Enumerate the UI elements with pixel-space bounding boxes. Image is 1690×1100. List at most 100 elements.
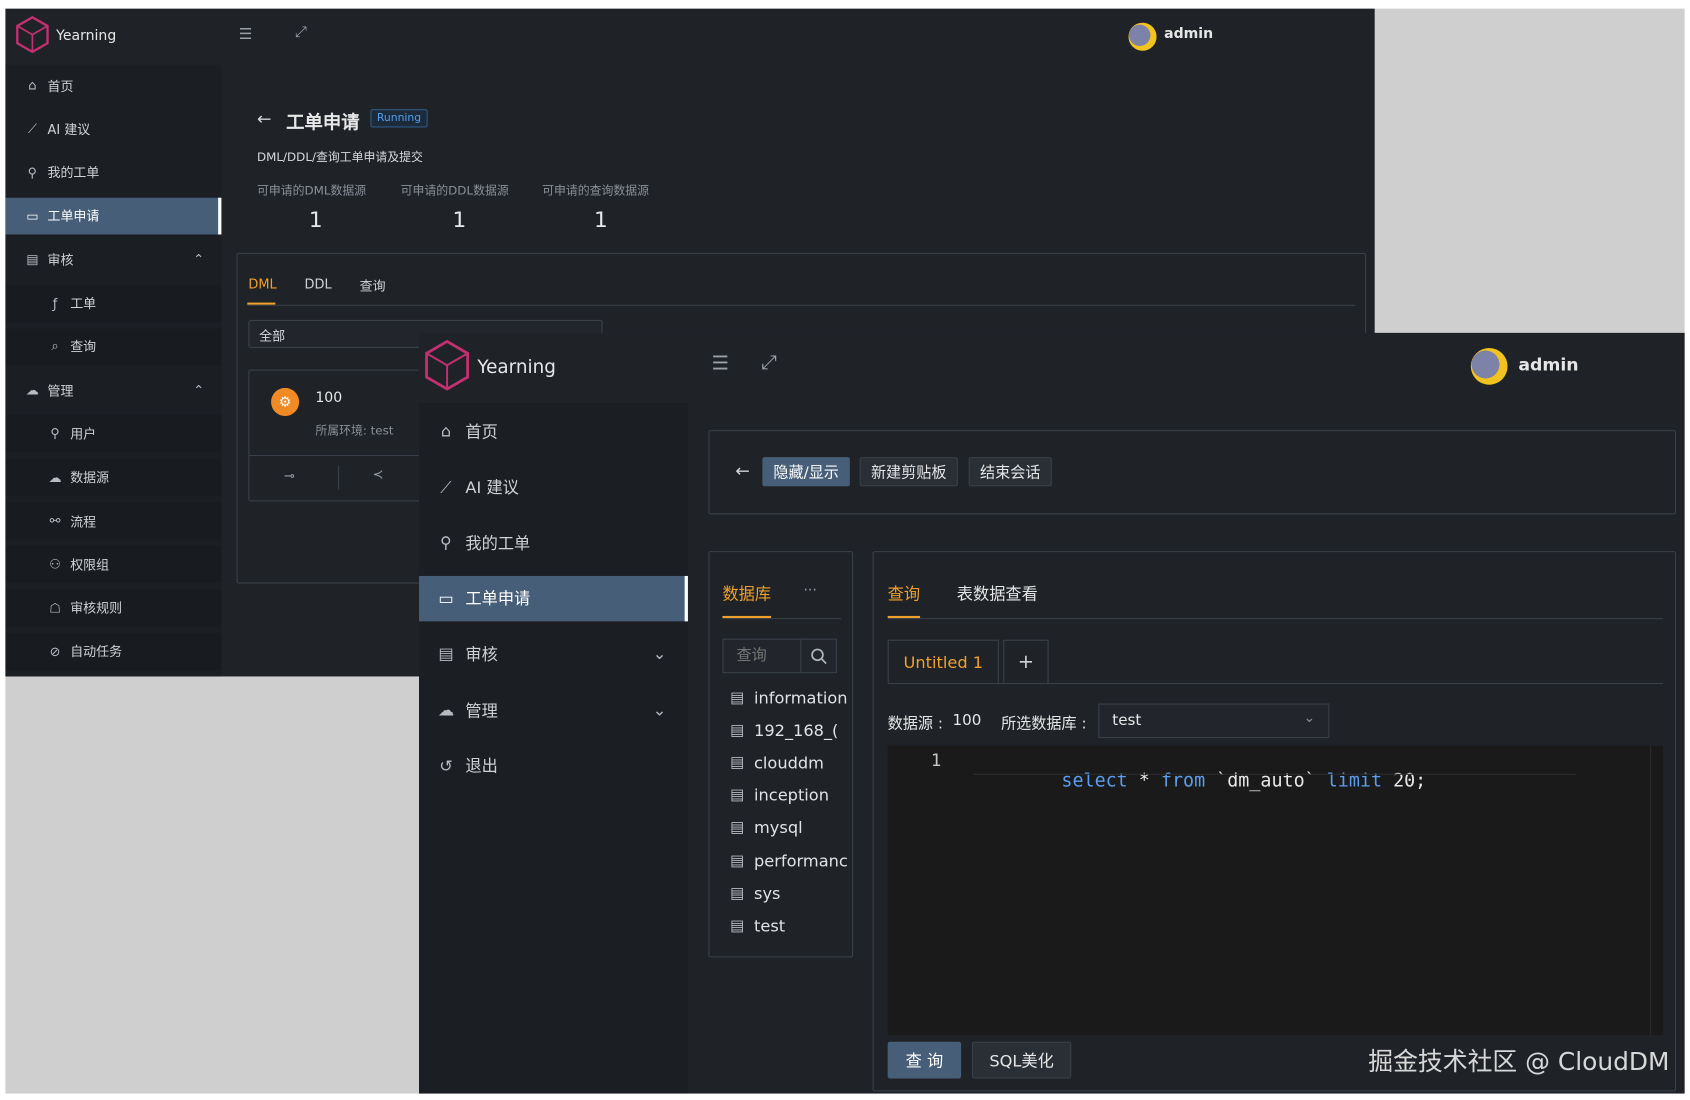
database-list-item[interactable]: ▤ information <box>730 686 849 710</box>
sql-line: select * from `dm_auto` limit 20; <box>973 749 1426 814</box>
database-table-icon: ▤ <box>730 917 745 935</box>
sidebar-item[interactable]: ☁ 管理 ⌄ <box>419 687 688 732</box>
menu-fold-icon[interactable]: ☰ <box>239 26 253 43</box>
tab-query[interactable]: 查询 <box>888 582 920 605</box>
sidebar-item[interactable]: ⟋ AI 建议 <box>419 464 688 509</box>
tab-query[interactable]: 查询 <box>360 277 386 295</box>
home-icon: ⌂ <box>440 421 452 441</box>
database-list-item[interactable]: ▤ sys <box>730 881 849 905</box>
database-list-item[interactable]: ▤ inception <box>730 784 849 808</box>
current-line-highlight <box>972 773 1576 775</box>
fullscreen-icon[interactable]: ⤢ <box>295 24 307 41</box>
tab-dml[interactable]: DML <box>248 277 276 292</box>
fx-icon: ƒ <box>52 295 58 311</box>
share-icon[interactable]: ≺ <box>373 467 384 482</box>
database-list-item[interactable]: ▤ performanc <box>730 849 849 873</box>
avatar[interactable] <box>1470 347 1508 385</box>
user-name[interactable]: admin <box>1164 26 1213 42</box>
logout-icon: ↺ <box>439 755 453 776</box>
database-select-value: test <box>1112 712 1142 730</box>
sidebar-item[interactable]: ↺ 退出 <box>419 743 688 788</box>
more-icon[interactable]: ··· <box>803 582 816 598</box>
sidebar-item-label: 管理 <box>47 383 74 399</box>
sidebar-item-label: 审核规则 <box>70 600 123 617</box>
sidebar-item[interactable]: ▤ 审核 ⌃ <box>5 241 221 278</box>
sidebar-item[interactable]: ⚲ 我的工单 <box>5 154 221 191</box>
database-select[interactable]: test ⌄ <box>1098 703 1330 739</box>
sidebar-item[interactable]: ⌂ 首页 <box>5 67 221 104</box>
sidebar-item[interactable]: ▭ 工单申请 <box>419 575 688 622</box>
sidebar-item[interactable]: ⚯ 流程 <box>5 502 222 540</box>
end-session-button[interactable]: 结束会话 <box>968 457 1052 487</box>
menu-fold-icon[interactable]: ☰ <box>712 352 729 375</box>
cloud-icon: ☁ <box>437 700 455 720</box>
sidebar-item[interactable]: ▭ 工单申请 <box>5 197 222 235</box>
run-query-button[interactable]: 查 询 <box>887 1041 962 1079</box>
stat-value: 1 <box>452 206 467 233</box>
back-arrow-icon[interactable]: ← <box>257 108 271 129</box>
sql-editor[interactable]: 1 select * from `dm_auto` limit 20; <box>887 745 1664 1036</box>
user-icon: ⚲ <box>440 532 452 553</box>
editor-tab-untitled[interactable]: Untitled 1 <box>887 639 999 683</box>
sidebar-item-label: 审核 <box>47 252 74 268</box>
card-env: 所属环境: test <box>315 423 394 438</box>
sql-beautify-button[interactable]: SQL美化 <box>971 1041 1072 1079</box>
sidebar-item-label: 自动任务 <box>70 644 123 660</box>
page-subtitle: DML/DDL/查询工单申请及提交 <box>257 150 423 165</box>
monitor-icon: ▭ <box>438 588 454 609</box>
fullscreen-icon[interactable]: ⤢ <box>761 351 777 374</box>
sidebar-item[interactable]: ⟋ AI 建议 <box>5 111 221 148</box>
add-tab-button[interactable]: + <box>1003 639 1049 683</box>
database-search-input[interactable] <box>722 638 801 674</box>
database-list-item[interactable]: ▤ mysql <box>730 816 849 840</box>
sidebar-item-label: 数据源 <box>70 470 110 486</box>
flow-icon: ⚯ <box>49 513 61 529</box>
tab-ddl[interactable]: DDL <box>305 277 332 292</box>
monitor-icon: ▭ <box>26 208 39 224</box>
sidebar-item[interactable]: ƒ 工单 <box>5 284 222 322</box>
tab-database[interactable]: 数据库 <box>722 582 771 605</box>
background-region-left <box>5 676 420 1094</box>
run-query-label: 查 询 <box>905 1050 944 1071</box>
key-icon[interactable]: ⊸ <box>284 468 295 483</box>
sidebar-item[interactable]: ⚇ 权限组 <box>5 546 222 583</box>
new-clipboard-button-label: 新建剪贴板 <box>870 464 947 482</box>
sidebar-item[interactable]: ⚲ 我的工单 <box>419 520 688 565</box>
sidebar-item[interactable]: ⚲ 用户 <box>5 415 222 453</box>
front-window: Yearning ☰ ⤢ admin ⌂ 首页 ⟋ AI 建议 ⚲ 我的工单 ▭ 工单申请 ▤ 审… <box>419 332 1685 1094</box>
expand-chevron-icon: ⌄ <box>652 700 667 720</box>
user-name[interactable]: admin <box>1518 354 1578 375</box>
brand-name: Yearning <box>477 356 556 379</box>
rule-icon: ☖ <box>49 600 61 616</box>
toggle-button[interactable]: 隐藏/显示 <box>762 457 850 487</box>
back-sidebar: ⌂ 首页 ⟋ AI 建议 ⚲ 我的工单 ▭ 工单申请 ▤ 审核 ⌃ ƒ 工单 ⌕ 查询 ☁ 管理 ⌃ ⚲ 用户 ☁ 数据源… <box>5 64 222 677</box>
database-list-item[interactable]: ▤ 192_168_( <box>730 719 849 743</box>
tab-table-data[interactable]: 表数据查看 <box>957 582 1038 605</box>
back-arrow-icon[interactable]: ← <box>735 460 749 481</box>
editor-tabs-divider <box>887 682 1664 685</box>
sidebar-item[interactable]: ☁ 数据源 <box>5 458 222 496</box>
database-name: information <box>754 688 848 708</box>
sidebar-item[interactable]: ⌂ 首页 <box>419 408 688 453</box>
sidebar-item[interactable]: ▤ 审核 ⌄ <box>419 631 688 676</box>
card-action-divider <box>338 465 340 490</box>
avatar[interactable] <box>1128 22 1157 51</box>
database-table-icon: ▤ <box>730 884 745 902</box>
stat-label: 可申请的查询数据源 <box>542 183 650 198</box>
new-clipboard-button[interactable]: 新建剪贴板 <box>859 457 958 487</box>
sidebar-item[interactable]: ☁ 管理 ⌃ <box>5 372 221 409</box>
sidebar-item-label: AI 建议 <box>465 477 519 498</box>
database-list-item[interactable]: ▤ clouddm <box>730 751 849 775</box>
sidebar-item[interactable]: ⌕ 查询 <box>5 328 222 366</box>
datasource-card[interactable]: ⚙ 100 所属环境: test ⊸ ≺ <box>248 369 444 502</box>
line-number: 1 <box>930 749 942 771</box>
home-icon: ⌂ <box>28 77 37 93</box>
search-button[interactable] <box>800 638 837 674</box>
database-list-item[interactable]: ▤ test <box>730 914 849 938</box>
sidebar-item-label: 首页 <box>465 421 498 442</box>
watermark: 掘金技术社区 @ CloudDM <box>1368 1048 1670 1077</box>
editor-scrollbar[interactable] <box>1650 745 1663 1036</box>
toolbar-panel <box>708 430 1677 515</box>
sidebar-item[interactable]: ⊘ 自动任务 <box>5 633 222 670</box>
sidebar-item[interactable]: ☖ 审核规则 <box>5 589 222 627</box>
